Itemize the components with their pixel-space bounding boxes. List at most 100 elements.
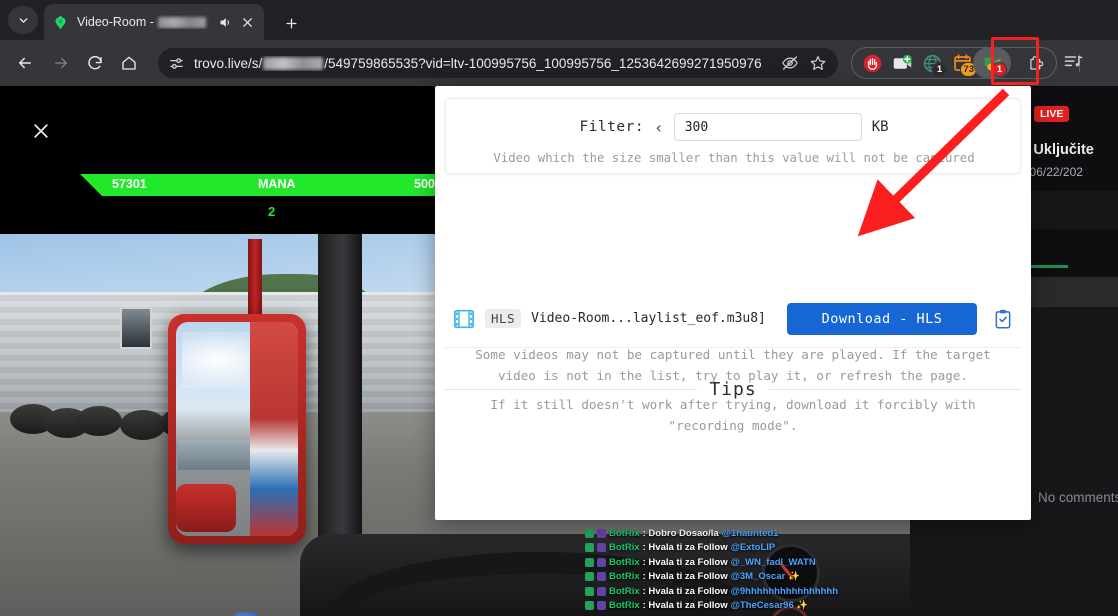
filter-hint: Video which the size smaller than this v… [493, 151, 975, 165]
browser-tab-strip: Video-Room - [0, 0, 1118, 40]
chat-text: : Hvala ti za Follow [642, 542, 728, 554]
home-button[interactable] [116, 50, 142, 76]
chat-mention: @1haunted1 [721, 527, 779, 539]
film-strip-icon [453, 308, 475, 330]
chat-mention: @9hhhhhhhhhhhhhhhh [730, 585, 839, 597]
chat-badge-mod-icon [597, 586, 606, 596]
trovo-leaf-icon [52, 14, 69, 31]
warehouse-window [120, 307, 152, 349]
chat-text: : Dobro Dosao/la [642, 527, 719, 539]
url-suffix: /549759865535?vid=ltv-100995756_10099575… [324, 55, 762, 71]
download-filename: Video-Room...laylist_eof.m3u8] [531, 311, 766, 326]
star-icon[interactable] [808, 53, 828, 73]
forward-button[interactable] [48, 50, 74, 76]
chat-overlay: BotRix : Dobro Dosao/la @1haunted1 BotRi… [585, 526, 910, 613]
chevron-down-icon [19, 17, 27, 23]
download-list-item: HLS Video-Room...laylist_eof.m3u8] Downl… [445, 290, 1021, 348]
hud-center-label: MANA [258, 177, 296, 191]
tab-close-button[interactable] [238, 13, 256, 31]
hud-left-value: 57301 [112, 177, 147, 191]
chat-mention: @3M_Oscar ✨ [730, 571, 800, 583]
filter-size-input[interactable] [673, 113, 862, 141]
plus-icon [285, 17, 297, 29]
chat-message: BotRix : Dobro Dosao/la @1haunted1 [585, 526, 910, 541]
chat-message: BotRix : Hvala ti za Follow @3M_Oscar ✨ [585, 570, 910, 585]
chat-username: BotRix [609, 556, 640, 568]
chat-message: BotRix : Hvala ti za Follow @ExtoLIP [585, 541, 910, 556]
url-redacted-segment [263, 56, 324, 70]
eye-slash-icon[interactable] [780, 53, 800, 73]
chat-username: BotRix [609, 600, 640, 612]
filter-row: Filter: ‹ KB [446, 113, 1022, 141]
chat-badge-mod-icon [597, 572, 606, 582]
chat-mention: @_WN_fadl_WATN [730, 556, 816, 568]
comments-empty-state: No comments yet. [1038, 490, 1118, 505]
url-prefix: trovo.live/s/ [194, 55, 263, 71]
address-bar[interactable]: trovo.live/s/ /549759865535?vid=ltv-1009… [158, 48, 838, 78]
chat-message: BotRix : Hvala ti za Follow @9hhhhhhhhhh… [585, 584, 910, 599]
new-tab-button[interactable] [277, 9, 305, 37]
orange-calendar-extension-icon[interactable]: 73 [948, 50, 977, 77]
chat-badge-verified-icon [585, 601, 594, 611]
close-icon [34, 124, 48, 138]
browser-tab[interactable]: Video-Room - [44, 4, 264, 40]
filter-label: Filter: [579, 119, 645, 135]
live-badge: LIVE [1034, 106, 1070, 122]
chat-text: : Hvala ti za Follow [642, 571, 728, 583]
tips-paragraph-1: Some videos may not be captured until th… [475, 347, 991, 383]
mirror-reflection-trailer [250, 322, 298, 536]
ublock-origin-icon[interactable] [858, 50, 886, 76]
tab-title-redacted [157, 16, 206, 28]
tune-site-settings-icon[interactable] [166, 53, 186, 73]
chat-badge-mod-icon [597, 601, 606, 611]
gear-knob [232, 612, 260, 616]
speaker-playing-icon[interactable] [216, 13, 234, 31]
tab-search-button[interactable] [8, 6, 38, 34]
chat-username: BotRix [609, 527, 640, 539]
media-playlist-icon [1064, 55, 1083, 67]
chat-text: : Hvala ti za Follow [642, 556, 728, 568]
hud-secondary-value: 2 [268, 204, 276, 219]
chat-username: BotRix [609, 542, 640, 554]
chat-badge-verified-icon [585, 543, 594, 553]
arrow-left-icon [19, 57, 31, 69]
clipboard-check-icon[interactable] [993, 308, 1013, 330]
chat-mention: @TheCesar96 ✨ [730, 600, 809, 612]
chat-badge-mod-icon [597, 543, 606, 553]
chat-badge-verified-icon [585, 572, 594, 582]
filter-card: Filter: ‹ KB Video which the size smalle… [445, 98, 1021, 174]
close-video-button[interactable] [26, 116, 56, 146]
globe-extension-icon[interactable]: 1 [918, 50, 947, 77]
video-downloader-popup[interactable]: Filter: ‹ KB Video which the size smalle… [435, 86, 1031, 520]
chat-badge-verified-icon [585, 557, 594, 567]
url-text: trovo.live/s/ /549759865535?vid=ltv-1009… [194, 56, 780, 71]
tab-title: Video-Room - [77, 15, 212, 29]
format-chip: HLS [485, 309, 522, 328]
back-button[interactable] [12, 50, 38, 76]
home-icon [122, 56, 136, 70]
chat-badge-verified-icon [585, 586, 594, 596]
chat-message: BotRix : Hvala ti za Follow @TheCesar96 … [585, 599, 910, 614]
arrow-right-icon [55, 57, 67, 69]
media-control-button[interactable] [1063, 52, 1083, 77]
extension-highlight-rect [991, 37, 1039, 85]
extension-badge: 1 [932, 62, 947, 77]
divider-right [768, 388, 1022, 390]
reload-icon [88, 56, 102, 70]
close-icon [242, 17, 252, 27]
chat-text: : Hvala ti za Follow [642, 585, 728, 597]
chat-badge-mod-icon [597, 557, 606, 567]
less-than-icon: ‹ [654, 117, 664, 137]
download-hls-button[interactable]: Download - HLS [787, 302, 977, 335]
reload-button[interactable] [82, 50, 108, 76]
tab-title-text: Video-Room - [77, 15, 154, 29]
chat-badge-mod-icon [597, 528, 606, 538]
filter-unit-label: KB [871, 119, 889, 135]
chat-mention: @ExtoLIP [730, 542, 776, 554]
truck-wide-angle-mirror [176, 484, 236, 532]
chat-username: BotRix [609, 571, 640, 583]
divider-left [445, 388, 698, 390]
chat-badge-verified-icon [585, 528, 594, 538]
video-downloader-green-plus-icon[interactable] [888, 50, 916, 76]
chat-message: BotRix : Hvala ti za Follow @_WN_fadl_WA… [585, 555, 910, 570]
